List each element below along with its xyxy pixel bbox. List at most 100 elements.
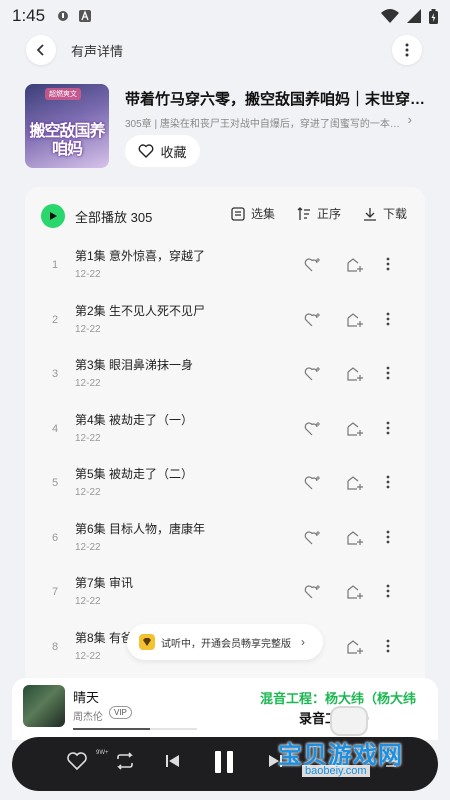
skip-previous-icon xyxy=(166,755,179,767)
episode-date: 12-22 xyxy=(75,378,101,389)
episode-more-icon[interactable] xyxy=(386,421,390,440)
playback-progress[interactable] xyxy=(73,728,197,730)
episode-row[interactable]: 1 第1集 意外惊喜，穿越了 12-22 xyxy=(25,241,425,295)
episode-date: 12-22 xyxy=(75,269,101,280)
pause-icon xyxy=(215,751,233,773)
episode-like-icon[interactable] xyxy=(304,312,322,333)
page-title: 有声详情 xyxy=(71,43,124,59)
episode-add-to-list-icon[interactable] xyxy=(346,475,364,496)
mini-player[interactable]: 晴天 周杰伦 VIP 混音工程：杨大纬（杨大纬 录音工作室） xyxy=(12,678,438,740)
episode-more-icon[interactable] xyxy=(386,530,390,549)
battery-icon xyxy=(429,8,438,24)
book-header: 超燃爽文 搬空敌国养咱妈 带着竹马穿六零，搬空敌国养咱妈｜末世穿… 305章 |… xyxy=(0,84,450,170)
watermark-robot-logo xyxy=(330,706,368,736)
episode-title: 第4集 被劫走了（一） xyxy=(75,412,194,427)
episode-add-to-list-icon[interactable] xyxy=(346,312,364,333)
repeat-icon xyxy=(117,752,133,770)
episode-add-to-list-icon[interactable] xyxy=(346,257,364,278)
sort-order-button[interactable]: 正序 xyxy=(297,205,341,222)
episode-row[interactable]: 4 第4集 被劫走了（一） 12-22 xyxy=(25,405,425,459)
heart-outline-icon xyxy=(67,752,87,771)
episode-date: 12-22 xyxy=(75,432,101,444)
signal-icon xyxy=(407,9,421,23)
trial-tip[interactable]: 试听中，开通会员畅享完整版 › xyxy=(127,624,323,660)
episode-row[interactable]: 7 第7集 审讯 12-22 xyxy=(25,568,425,622)
episode-like-icon[interactable] xyxy=(304,366,322,387)
episode-title: 第7集 审讯 xyxy=(75,576,134,590)
episode-more-icon[interactable] xyxy=(386,312,390,331)
episode-add-to-list-icon[interactable] xyxy=(346,421,364,442)
episode-like-icon[interactable] xyxy=(304,421,322,442)
episode-index: 8 xyxy=(51,640,59,653)
shield-icon xyxy=(58,11,69,21)
select-label: 选集 xyxy=(251,207,276,221)
episode-like-icon[interactable] xyxy=(304,530,322,551)
song-title: 晴天 xyxy=(73,690,100,705)
episode-more-icon[interactable] xyxy=(386,639,390,658)
progress-fill xyxy=(73,728,150,730)
wifi-icon xyxy=(381,9,399,23)
episode-title: 第1集 意外惊喜，穿越了 xyxy=(75,249,206,263)
book-cover[interactable]: 超燃爽文 搬空敌国养咱妈 xyxy=(25,84,109,168)
status-right-icons xyxy=(381,8,438,24)
cover-title: 搬空敌国养咱妈 xyxy=(29,121,105,158)
cover-tag: 超燃爽文 xyxy=(45,88,81,100)
episode-title: 第5集 被劫走了（二） xyxy=(75,467,194,481)
app-a-icon xyxy=(79,10,92,22)
episode-more-icon[interactable] xyxy=(386,584,390,603)
play-circle-icon xyxy=(41,204,65,228)
watermark: 宝贝游戏网 baobeiy.com xyxy=(278,735,418,779)
vertical-dots-icon xyxy=(405,43,409,57)
episode-date: 12-22 xyxy=(75,487,101,498)
episode-date: 12-22 xyxy=(75,596,101,607)
book-meta[interactable]: 305章 | 唐染在和丧尸王对战中自爆后，穿进了闺蜜写的一本… xyxy=(125,115,415,130)
play-all-button[interactable]: 全部播放 305 xyxy=(41,204,152,228)
like-button[interactable] xyxy=(66,751,88,771)
episode-more-icon[interactable] xyxy=(386,257,390,276)
repeat-button[interactable] xyxy=(114,751,136,771)
select-episodes-button[interactable]: 选集 xyxy=(231,205,275,222)
episode-index: 6 xyxy=(51,531,59,544)
download-label: 下载 xyxy=(383,207,408,221)
list-toolbar: 全部播放 305 选集 正序 下载 xyxy=(25,203,425,229)
episode-more-icon[interactable] xyxy=(386,366,390,385)
chevron-right-icon[interactable]: › xyxy=(408,112,412,127)
episode-row[interactable]: 2 第2集 生不见人死不见尸 12-22 xyxy=(25,296,425,350)
watermark-url: baobeiy.com xyxy=(302,765,370,777)
chevron-right-icon: › xyxy=(301,635,305,649)
episode-add-to-list-icon[interactable] xyxy=(346,584,364,605)
play-all-label: 全部播放 305 xyxy=(75,209,153,225)
episode-like-icon[interactable] xyxy=(304,475,322,496)
artist-name: 周杰伦 xyxy=(73,712,103,723)
previous-button[interactable] xyxy=(164,751,182,771)
episode-title: 第8集 有爸 xyxy=(75,630,134,645)
episode-more-icon[interactable] xyxy=(386,475,390,494)
episode-index: 4 xyxy=(51,422,59,435)
episode-title: 第2集 生不见人死不见尸 xyxy=(75,303,206,318)
episode-like-icon[interactable] xyxy=(304,584,322,605)
episode-add-to-list-icon[interactable] xyxy=(346,366,364,387)
chevron-left-icon xyxy=(36,44,44,56)
collect-button[interactable]: 收藏 xyxy=(125,135,200,167)
download-button[interactable]: 下载 xyxy=(363,205,407,222)
sort-icon xyxy=(297,206,310,220)
trial-tip-text: 试听中，开通会员畅享完整版 xyxy=(161,638,291,650)
episode-row[interactable]: 6 第6集 目标人物，唐康年 12-22 xyxy=(25,514,425,568)
episode-index: 3 xyxy=(51,368,59,380)
vip-diamond-icon xyxy=(139,634,155,650)
back-button[interactable] xyxy=(26,35,56,65)
episode-row[interactable]: 5 第5集 被劫走了（二） 12-22 xyxy=(25,459,425,513)
pause-button[interactable] xyxy=(212,748,236,776)
download-icon xyxy=(364,207,376,221)
album-cover[interactable] xyxy=(23,685,65,727)
like-count: 9W+ xyxy=(96,750,109,756)
episode-add-to-list-icon[interactable] xyxy=(346,639,364,660)
more-options-button[interactable] xyxy=(392,35,422,65)
status-left-icons xyxy=(57,10,92,22)
status-bar: 1:45 xyxy=(0,0,450,32)
episode-like-icon[interactable] xyxy=(304,257,322,278)
order-label: 正序 xyxy=(317,207,342,221)
episode-row[interactable]: 3 第3集 眼泪鼻涕抹一身 12-22 xyxy=(25,350,425,404)
episode-add-to-list-icon[interactable] xyxy=(346,530,364,551)
book-title: 带着竹马穿六零，搬空敌国养咱妈｜末世穿… xyxy=(125,91,425,108)
